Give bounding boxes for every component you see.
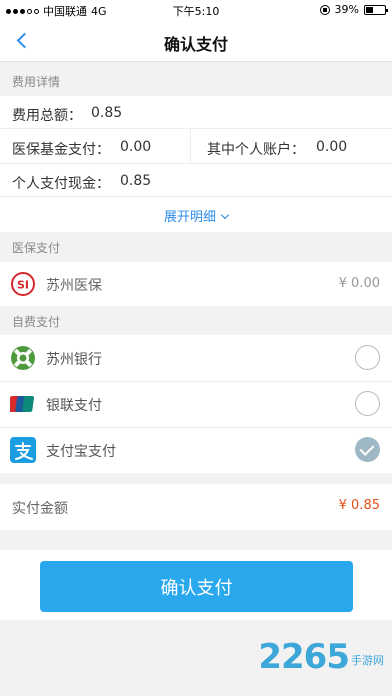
pay-option-suzhou-bank[interactable]: 苏州银行 — [0, 335, 392, 381]
chevron-down-icon[interactable] — [220, 210, 230, 220]
actual-amount-row: 实付金额 ¥ 0.85 — [0, 484, 392, 530]
personal-cash-label: 个人支付现金： — [12, 176, 110, 192]
self-pay-panel: 苏州银行 银联支付 支付宝支付 — [0, 335, 392, 473]
divider — [0, 196, 392, 197]
battery-fill — [366, 6, 374, 13]
radio-button-checked[interactable] — [355, 437, 380, 462]
medical-insurance-name: 苏州医保 — [46, 278, 102, 294]
page-title: 确认支付 — [163, 35, 228, 54]
pay-option-label: 苏州银行 — [46, 352, 102, 368]
insurance-fund-label: 医保基金支付： — [12, 142, 110, 158]
status-bar: 中国联通 4G 下午5:10 39% — [0, 0, 392, 20]
pay-option-unionpay[interactable]: 银联支付 — [0, 381, 392, 427]
pay-option-alipay[interactable]: 支付宝支付 — [0, 427, 392, 473]
confirm-pay-button[interactable]: 确认支付 — [40, 561, 353, 612]
unionpay-icon — [10, 396, 35, 412]
section-medical-insurance: 医保支付 — [12, 241, 61, 255]
medical-insurance-amount: ¥ 0.00 — [338, 276, 380, 291]
alipay-icon — [10, 437, 36, 463]
actual-amount-label: 实付金额 — [12, 501, 68, 517]
section-fee-details: 费用详情 — [12, 75, 61, 89]
total-label: 费用总额： — [12, 108, 82, 124]
svg-text:SI: SI — [17, 279, 29, 292]
battery-icon — [364, 4, 388, 15]
watermark-text: 手游网 — [351, 654, 384, 667]
personal-account-label: 其中个人账户： — [207, 142, 305, 158]
watermark-number: 2265 — [258, 637, 350, 677]
status-right: 39% — [319, 3, 388, 16]
personal-cash-value: 0.85 — [120, 173, 152, 189]
expand-details-toggle[interactable]: 展开明细 — [0, 206, 392, 225]
radio-button[interactable] — [355, 345, 380, 370]
divider — [0, 163, 392, 164]
watermark: 2265 手游网 — [258, 640, 384, 674]
nav-bar: 确认支付 — [0, 20, 392, 62]
total-value: 0.85 — [91, 105, 123, 121]
rotation-lock-icon — [319, 4, 330, 15]
vertical-divider — [190, 129, 191, 163]
radio-button[interactable] — [355, 391, 380, 416]
suzhou-bank-icon — [11, 346, 35, 370]
medical-insurance-row: SI 苏州医保 ¥ 0.00 — [0, 262, 392, 306]
section-self-pay: 自费支付 — [12, 315, 61, 329]
insurance-fund-value: 0.00 — [120, 139, 152, 155]
pay-option-label: 支付宝支付 — [46, 444, 116, 460]
personal-account-value: 0.00 — [316, 139, 348, 155]
battery-percent: 39% — [334, 3, 359, 16]
pay-option-label: 银联支付 — [46, 398, 102, 414]
divider — [0, 128, 392, 129]
actual-amount-value: ¥ 0.85 — [338, 498, 380, 513]
si-logo-icon: SI — [11, 272, 35, 296]
expand-details-label[interactable]: 展开明细 — [164, 210, 216, 225]
